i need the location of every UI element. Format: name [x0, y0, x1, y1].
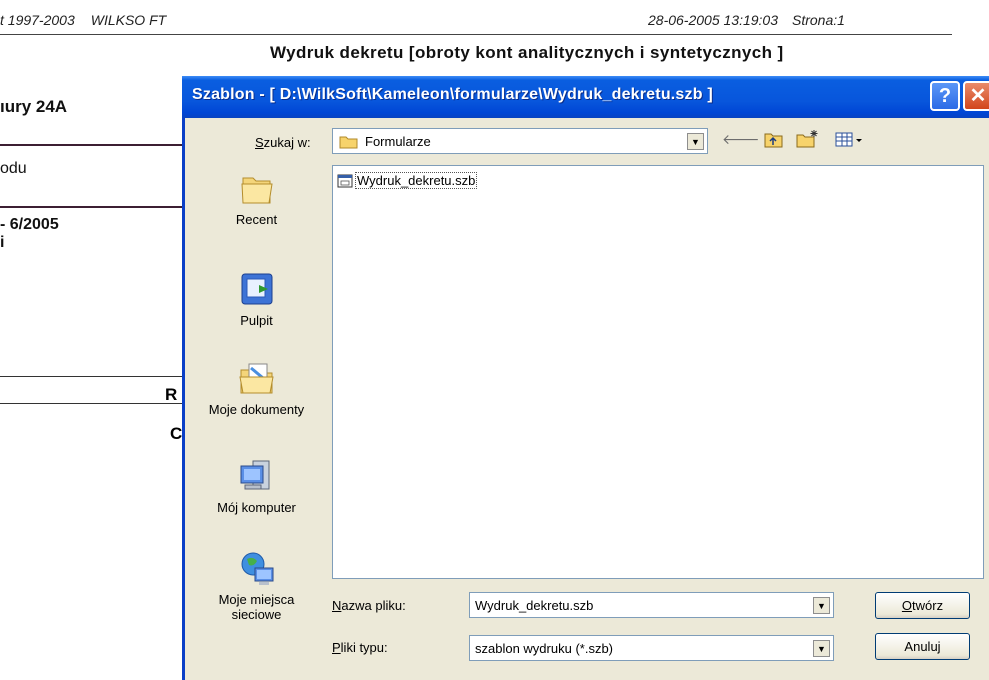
- filetype-select[interactable]: szablon wydruku (*.szb) ▼: [469, 635, 834, 661]
- report-divider: [0, 206, 182, 208]
- look-in-combo[interactable]: Formularze ▼: [332, 128, 708, 154]
- template-file-icon: [337, 174, 353, 187]
- look-in-label: Szukaj w:: [255, 135, 311, 150]
- dialog-title: Szablon - [ D:\WilkSoft\Kameleon\formula…: [192, 86, 713, 103]
- open-button[interactable]: Otwórz: [875, 592, 970, 619]
- report-header-rule: [0, 34, 952, 35]
- report-header-left: t 1997-2003 WILKSO FT: [0, 12, 166, 28]
- report-vendor: WILKSO FT: [90, 12, 167, 28]
- look-in-value: Formularze: [365, 134, 431, 149]
- report-header-right: 28-06-2005 13:19:03 Strona:1: [648, 12, 845, 28]
- filename-value: Wydruk_dekretu.szb: [475, 598, 594, 613]
- report-divider: [0, 144, 182, 146]
- close-button[interactable]: ✕: [963, 81, 989, 111]
- list-item[interactable]: Wydruk_dekretu.szb: [337, 172, 478, 189]
- report-copyright: t 1997-2003: [0, 12, 75, 28]
- report-code: odu: [0, 160, 27, 177]
- back-arrow-icon[interactable]: 🡐: [722, 131, 760, 148]
- report-table-rule: [0, 376, 182, 377]
- desktop-icon: [241, 273, 272, 305]
- cancel-button[interactable]: Anuluj: [875, 633, 970, 660]
- report-datetime: 28-06-2005 13:19:03: [648, 12, 778, 28]
- folder-icon: [339, 136, 358, 149]
- report-table-rule: [0, 403, 182, 404]
- help-button[interactable]: ?: [930, 81, 960, 111]
- chevron-down-icon[interactable]: ▼: [813, 640, 830, 657]
- filename-input[interactable]: Wydruk_dekretu.szb ▼: [469, 592, 834, 618]
- up-folder-icon[interactable]: [764, 131, 784, 149]
- new-folder-icon[interactable]: [796, 129, 820, 149]
- report-title: Wydruk dekretu [obroty kont analitycznyc…: [270, 43, 784, 62]
- network-places-icon: [241, 552, 273, 585]
- my-documents-icon: [238, 363, 274, 394]
- chevron-down-icon[interactable]: ▼: [813, 597, 830, 614]
- place-my-documents[interactable]: Moje dokumenty: [193, 360, 320, 417]
- view-menu-icon[interactable]: [835, 132, 865, 148]
- report-letter-r: R: [165, 385, 178, 404]
- place-network-places[interactable]: Moje miejsca sieciowe: [193, 550, 320, 622]
- report-address: ıury 24A: [0, 97, 68, 116]
- filename-label: Nazwa pliku:: [332, 598, 406, 613]
- filetype-label: Pliki typu:: [332, 640, 388, 655]
- chevron-down-icon[interactable]: ▼: [687, 133, 704, 150]
- places-bar: Recent Pulpit Moje dokumenty Mój kompute…: [193, 158, 320, 636]
- dialog-titlebar[interactable]: Szablon - [ D:\WilkSoft\Kameleon\formula…: [182, 76, 989, 118]
- report-letter-c: C: [170, 424, 183, 443]
- report-period-line2: i: [0, 234, 5, 251]
- place-my-computer[interactable]: Mój komputer: [193, 458, 320, 515]
- report-page: Strona:1: [792, 12, 845, 28]
- recent-folder-icon: [240, 177, 273, 204]
- file-list[interactable]: Wydruk_dekretu.szb: [332, 165, 984, 579]
- filetype-value: szablon wydruku (*.szb): [475, 641, 613, 656]
- place-desktop[interactable]: Pulpit: [193, 271, 320, 328]
- my-computer-icon: [240, 460, 269, 490]
- place-recent[interactable]: Recent: [193, 172, 320, 227]
- report-period: - 6/2005: [0, 216, 59, 233]
- file-name: Wydruk_dekretu.szb: [355, 172, 478, 189]
